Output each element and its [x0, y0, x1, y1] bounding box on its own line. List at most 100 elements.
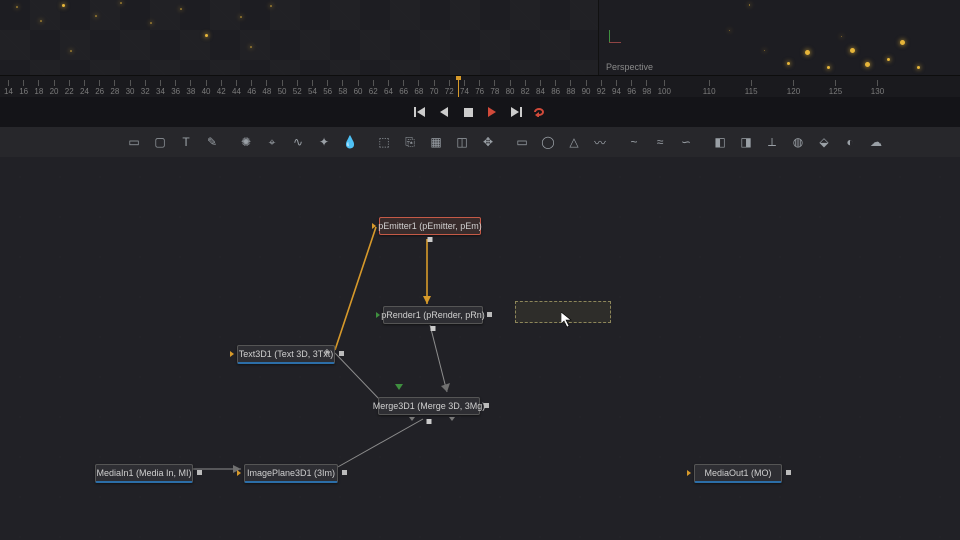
- ruler-tick: 78: [490, 80, 499, 96]
- node-input-port[interactable]: [376, 312, 380, 318]
- ruler-tick: 18: [34, 80, 43, 96]
- media-out-icon[interactable]: ⎘: [402, 134, 418, 150]
- rect-marquee-icon[interactable]: ▭: [514, 134, 530, 150]
- ruler-tick: 66: [399, 80, 408, 96]
- node-input-port[interactable]: [230, 351, 234, 357]
- ruler-tick: 42: [217, 80, 226, 96]
- cloud-icon[interactable]: ☁: [868, 134, 884, 150]
- ruler-tick: 100: [658, 80, 671, 96]
- ruler-tick: 38: [186, 80, 195, 96]
- node-output-port[interactable]: [484, 403, 489, 408]
- node-output-port[interactable]: [342, 470, 347, 475]
- ruler-tick: 120: [787, 80, 800, 96]
- stop-button[interactable]: [461, 105, 475, 119]
- eye-icon[interactable]: ◈: [324, 347, 330, 356]
- node-output-port[interactable]: [786, 470, 791, 475]
- node-input-port[interactable]: [237, 470, 241, 476]
- 3d-a-icon[interactable]: ⟂: [764, 134, 780, 150]
- node-label: Text3D1 (Text 3D, 3Txt): [239, 349, 334, 359]
- ruler-tick: 88: [566, 80, 575, 96]
- toolbar-group: ~ ≈ ∽: [626, 134, 694, 150]
- node-input-port-b[interactable]: [449, 417, 455, 421]
- time-ruler[interactable]: 1416182022242628303234363840424446485052…: [0, 75, 960, 99]
- ruler-tick: 84: [536, 80, 545, 96]
- ruler-tick: 44: [232, 80, 241, 96]
- node-mediain1[interactable]: MediaIn1 (Media In, MI): [95, 464, 193, 483]
- ruler-tick: 28: [110, 80, 119, 96]
- node-output-port-b[interactable]: [431, 326, 436, 331]
- first-frame-button[interactable]: [413, 105, 427, 119]
- mask-rect-icon[interactable]: ▢: [152, 134, 168, 150]
- ruler-tick: 130: [871, 80, 884, 96]
- node-mediaout1[interactable]: MediaOut1 (MO): [694, 464, 782, 483]
- node-merge3d1[interactable]: Merge3D1 (Merge 3D, 3Mg): [378, 397, 480, 415]
- ruler-tick: 125: [829, 80, 842, 96]
- rectangle-icon[interactable]: ▭: [126, 134, 142, 150]
- playhead[interactable]: [458, 76, 459, 98]
- prev-frame-button[interactable]: [437, 105, 451, 119]
- node-text3d1[interactable]: Text3D1 (Text 3D, 3Txt) ◈: [237, 345, 335, 364]
- ruler-tick: 32: [141, 80, 150, 96]
- ruler-tick: 110: [703, 80, 716, 96]
- ellipse-icon[interactable]: ◯: [540, 134, 556, 150]
- node-imageplane3d1[interactable]: ImagePlane3D1 (3Im): [244, 464, 338, 483]
- ruler-tick: 20: [50, 80, 59, 96]
- background-icon[interactable]: ▦: [428, 134, 444, 150]
- node-input-port[interactable]: [372, 223, 376, 229]
- node-prender1[interactable]: pRender1 (pRender, pRn): [383, 306, 483, 324]
- viewer-left[interactable]: [0, 0, 598, 75]
- node-pemitter1[interactable]: pEmitter1 (pEmitter, pEm): [379, 217, 481, 235]
- ruler-tick: 80: [506, 80, 515, 96]
- node-input-port-a[interactable]: [409, 417, 415, 421]
- color-a-icon[interactable]: ◧: [712, 134, 728, 150]
- node-output-port[interactable]: [487, 312, 492, 317]
- 3d-c-icon[interactable]: ⬙: [816, 134, 832, 150]
- node-output-port[interactable]: [428, 237, 433, 242]
- selection-marquee: [515, 301, 611, 323]
- cursor-icon: [561, 312, 573, 328]
- ruler-tick: 14: [4, 80, 13, 96]
- 3d-b-icon[interactable]: ◍: [790, 134, 806, 150]
- last-frame-button[interactable]: [509, 105, 523, 119]
- polyline-icon[interactable]: △: [566, 134, 582, 150]
- text-icon[interactable]: T: [178, 134, 194, 150]
- path-icon[interactable]: ∿: [290, 134, 306, 150]
- warp-c-icon[interactable]: ∽: [678, 134, 694, 150]
- ruler-tick: 54: [308, 80, 317, 96]
- ruler-tick: 40: [202, 80, 211, 96]
- drop-icon[interactable]: 💧: [342, 134, 358, 150]
- node-input-port[interactable]: [687, 470, 691, 476]
- ruler-tick: 94: [612, 80, 621, 96]
- media-in-icon[interactable]: ⬚: [376, 134, 392, 150]
- ruler-tick: 72: [445, 80, 454, 96]
- node-output-port[interactable]: [197, 470, 202, 475]
- node-output-port[interactable]: [339, 351, 344, 356]
- ruler-tick: 70: [430, 80, 439, 96]
- node-output-port-b[interactable]: [427, 419, 432, 424]
- loop-button[interactable]: [533, 105, 547, 119]
- mid-bar: [0, 97, 960, 128]
- ruler-tick: 74: [460, 80, 469, 96]
- transform-icon[interactable]: ✥: [480, 134, 496, 150]
- viewer-right[interactable]: Perspective: [598, 0, 960, 75]
- ruler-tick: 82: [521, 80, 530, 96]
- ruler-tick: 56: [323, 80, 332, 96]
- ruler-tick: 64: [384, 80, 393, 96]
- warp-a-icon[interactable]: ~: [626, 134, 642, 150]
- node-label: ImagePlane3D1 (3Im): [247, 468, 335, 478]
- ruler-tick: 46: [247, 80, 256, 96]
- node-label: pEmitter1 (pEmitter, pEm): [378, 221, 482, 231]
- fade-icon[interactable]: ◐: [842, 134, 858, 150]
- tracker-icon[interactable]: ⌖: [264, 134, 280, 150]
- flow-area[interactable]: pEmitter1 (pEmitter, pEm) pRender1 (pRen…: [0, 157, 960, 540]
- axis-y-icon: [609, 30, 610, 42]
- play-button[interactable]: [485, 105, 499, 119]
- merge-icon[interactable]: ◫: [454, 134, 470, 150]
- brush-icon[interactable]: ✎: [204, 134, 220, 150]
- wand-icon[interactable]: ✺: [238, 134, 254, 150]
- bspline-icon[interactable]: 〰: [592, 134, 608, 150]
- glow-icon[interactable]: ✦: [316, 134, 332, 150]
- ruler-tick: 50: [278, 80, 287, 96]
- warp-b-icon[interactable]: ≈: [652, 134, 668, 150]
- color-b-icon[interactable]: ◨: [738, 134, 754, 150]
